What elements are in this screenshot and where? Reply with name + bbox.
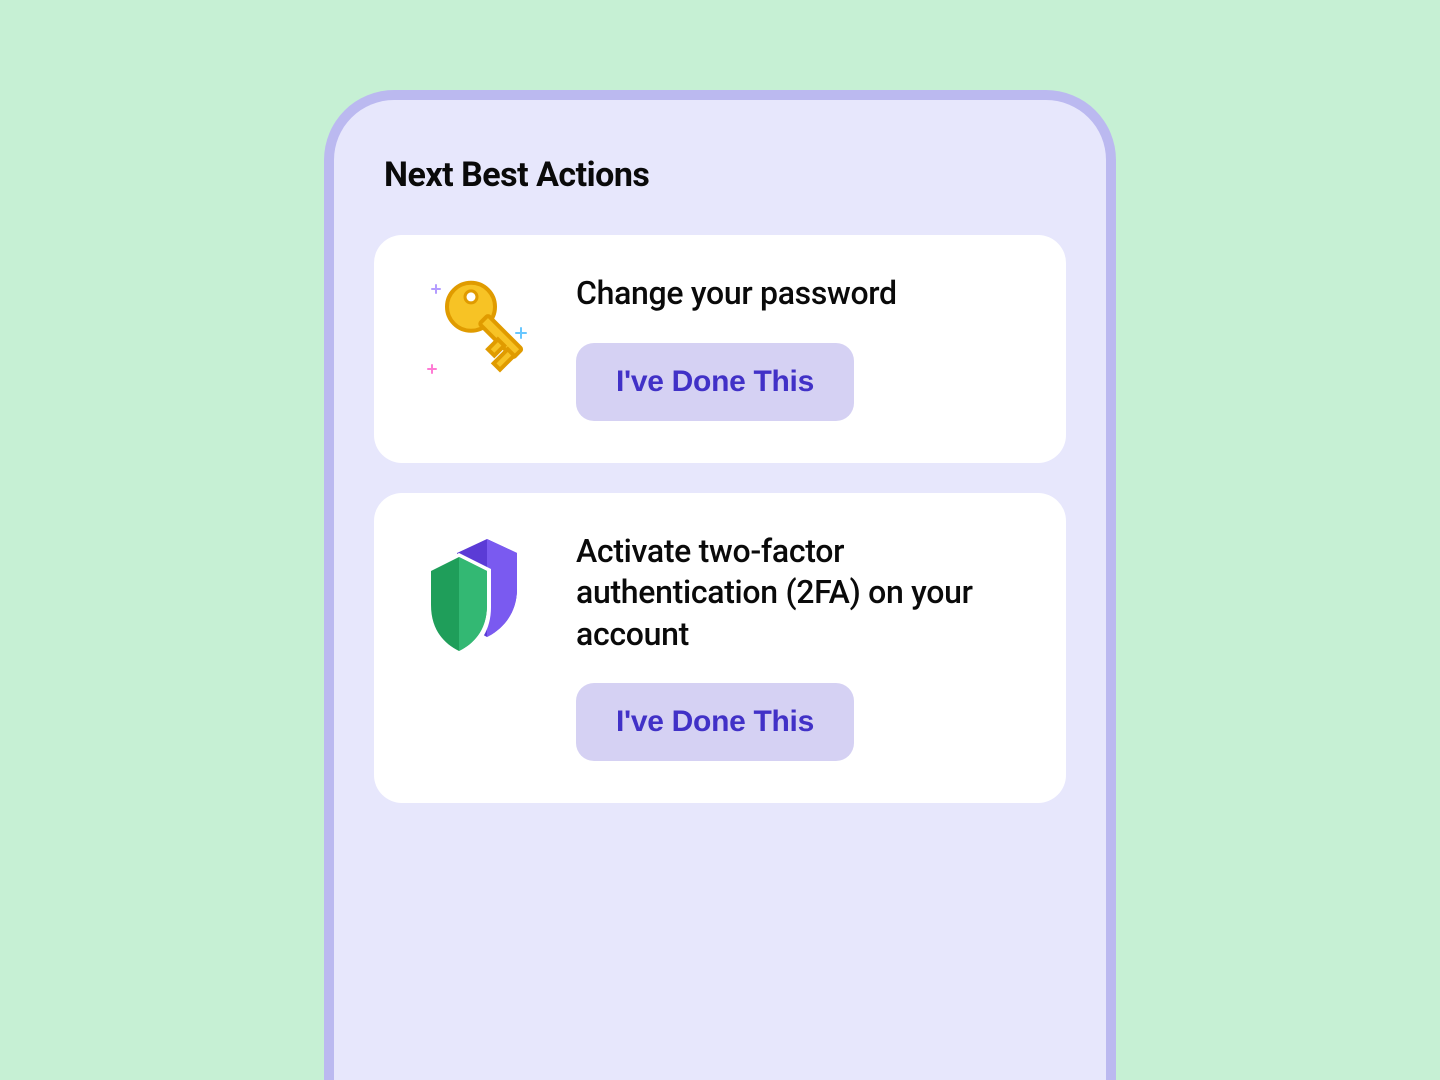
action-card: Change your password I've Done This: [374, 235, 1066, 463]
shield-icon: [416, 531, 536, 651]
action-card-body: Change your password I've Done This: [576, 273, 1024, 421]
action-title: Change your password: [576, 273, 1024, 315]
key-icon: [416, 273, 536, 393]
done-button[interactable]: I've Done This: [576, 343, 854, 421]
action-card: Activate two-factor authentication (2FA)…: [374, 493, 1066, 804]
next-best-actions-panel: Next Best Actions: [324, 90, 1116, 1080]
done-button[interactable]: I've Done This: [576, 683, 854, 761]
action-title: Activate two-factor authentication (2FA)…: [576, 531, 1024, 656]
section-title: Next Best Actions: [384, 155, 1066, 195]
action-card-body: Activate two-factor authentication (2FA)…: [576, 531, 1024, 762]
